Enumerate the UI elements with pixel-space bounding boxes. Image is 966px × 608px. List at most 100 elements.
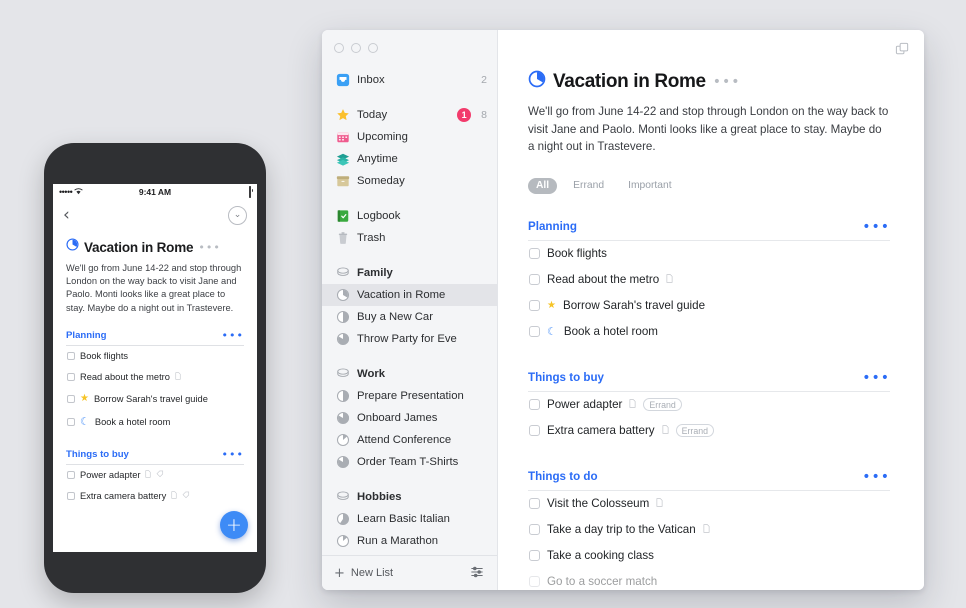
- sidebar-list[interactable]: Inbox 2 Today 1 8 Upcoming: [322, 53, 497, 555]
- section-more-icon[interactable]: •••: [862, 470, 890, 484]
- zoom-button[interactable]: [368, 43, 378, 53]
- sidebar-area-work[interactable]: Work: [322, 363, 497, 385]
- task-row[interactable]: Extra camera battery Errand: [528, 418, 890, 444]
- progress-50-icon: [336, 389, 350, 403]
- tag-icon: [156, 470, 164, 480]
- sidebar-item-throw-party-for-eve[interactable]: Throw Party for Eve: [322, 328, 497, 350]
- sidebar-item-label: Throw Party for Eve: [357, 333, 487, 345]
- task-row[interactable]: Book flights: [528, 241, 890, 267]
- task-checkbox[interactable]: [67, 352, 75, 360]
- section-title: Things to do: [528, 470, 598, 483]
- task-checkbox[interactable]: [67, 395, 75, 403]
- sidebar-item-label: Someday: [357, 175, 487, 187]
- section-more-icon[interactable]: •••: [862, 371, 890, 385]
- duplicate-windows-icon[interactable]: [895, 42, 910, 62]
- project-note[interactable]: We'll go from June 14-22 and stop throug…: [528, 103, 890, 156]
- sliders-icon[interactable]: [470, 565, 484, 582]
- phone-task-row[interactable]: ★ Borrow Sarah's travel guide: [66, 388, 244, 410]
- tag-filter-errand[interactable]: Errand: [565, 178, 612, 194]
- task-row[interactable]: Take a cooking class: [528, 543, 890, 569]
- sidebar-item-vacation-in-rome[interactable]: Vacation in Rome: [322, 284, 497, 306]
- task-label: Go to a soccer match: [547, 575, 657, 588]
- phone-task-row[interactable]: Power adapter: [66, 465, 244, 486]
- progress-30-blue-icon: [528, 70, 546, 93]
- logbook-icon: [336, 209, 350, 223]
- sidebar-area-family[interactable]: Family: [322, 262, 497, 284]
- sidebar-item-inbox[interactable]: Inbox 2: [322, 69, 497, 91]
- task-checkbox[interactable]: [529, 425, 540, 436]
- task-row[interactable]: Go to a soccer match: [528, 569, 890, 590]
- desktop-window: Inbox 2 Today 1 8 Upcoming: [322, 30, 924, 590]
- sidebar-item-attend-conference[interactable]: Attend Conference: [322, 429, 497, 451]
- star-icon: ★: [547, 300, 556, 311]
- sidebar-divider: [322, 249, 497, 262]
- sidebar-item-label: Logbook: [357, 210, 487, 222]
- star-icon: ★: [80, 393, 89, 404]
- phone-section-title: Things to buy: [66, 449, 129, 460]
- minimize-button[interactable]: [351, 43, 361, 53]
- task-row[interactable]: ★ Borrow Sarah's travel guide: [528, 293, 890, 319]
- task-checkbox[interactable]: [529, 524, 540, 535]
- task-checkbox[interactable]: [67, 492, 75, 500]
- tag-chip[interactable]: Errand: [676, 424, 714, 437]
- task-checkbox[interactable]: [529, 326, 540, 337]
- sidebar-item-someday[interactable]: Someday: [322, 170, 497, 192]
- task-row[interactable]: Read about the metro: [528, 267, 890, 293]
- sidebar-area-hobbies[interactable]: Hobbies: [322, 486, 497, 508]
- project-more-icon[interactable]: •••: [713, 75, 741, 89]
- phone-task-row[interactable]: Read about the metro: [66, 367, 244, 388]
- phone-navbar: ‹ ⌄: [53, 200, 257, 230]
- tag-filter-bar: All Errand Important: [528, 178, 890, 194]
- task-checkbox[interactable]: [529, 248, 540, 259]
- task-label: Read about the metro: [80, 372, 170, 382]
- add-task-button[interactable]: +: [220, 511, 248, 539]
- sidebar-item-trash[interactable]: Trash: [322, 227, 497, 249]
- task-checkbox[interactable]: [67, 418, 75, 426]
- collapse-all-icon[interactable]: ⌄: [228, 206, 247, 225]
- phone-task-row[interactable]: ☾ Book a hotel room: [66, 410, 244, 434]
- task-row[interactable]: Power adapter Errand: [528, 392, 890, 418]
- phone-note[interactable]: We'll go from June 14-22 and stop throug…: [66, 262, 244, 315]
- sidebar-item-onboard-james[interactable]: Onboard James: [322, 407, 497, 429]
- tag-filter-all[interactable]: All: [528, 178, 557, 194]
- task-checkbox[interactable]: [529, 274, 540, 285]
- task-checkbox[interactable]: [529, 399, 540, 410]
- sidebar-item-today[interactable]: Today 1 8: [322, 104, 497, 126]
- task-checkbox[interactable]: [529, 300, 540, 311]
- section-more-icon[interactable]: •••: [862, 220, 890, 234]
- phone-section-more-icon[interactable]: •••: [222, 330, 244, 341]
- sidebar-item-prepare-presentation[interactable]: Prepare Presentation: [322, 385, 497, 407]
- task-row[interactable]: Visit the Colosseum: [528, 491, 890, 517]
- tag-chip[interactable]: Errand: [643, 398, 681, 411]
- task-checkbox[interactable]: [67, 471, 75, 479]
- task-checkbox[interactable]: [529, 576, 540, 587]
- sidebar-item-anytime[interactable]: Anytime: [322, 148, 497, 170]
- sidebar-item-run-a-marathon[interactable]: Run a Marathon: [322, 530, 497, 552]
- sidebar-item-label: Today: [357, 109, 450, 121]
- sidebar-item-logbook[interactable]: Logbook: [322, 205, 497, 227]
- phone-more-icon[interactable]: •••: [198, 242, 220, 253]
- task-checkbox[interactable]: [529, 550, 540, 561]
- task-checkbox[interactable]: [67, 373, 75, 381]
- phone-task-row[interactable]: Extra camera battery: [66, 486, 244, 507]
- phone-task-row[interactable]: Book flights: [66, 346, 244, 367]
- phone-section-header-planning: Planning •••: [66, 330, 244, 346]
- phone-section-more-icon[interactable]: •••: [222, 449, 244, 460]
- sidebar-item-count: 2: [481, 74, 487, 86]
- new-list-button[interactable]: + New List: [334, 566, 393, 581]
- sidebar-item-order-team-t-shirts[interactable]: Order Team T-Shirts: [322, 451, 497, 473]
- task-checkbox[interactable]: [529, 498, 540, 509]
- tag-filter-important[interactable]: Important: [620, 178, 680, 194]
- sidebar-item-learn-basic-italian[interactable]: Learn Basic Italian: [322, 508, 497, 530]
- area-icon: [336, 266, 350, 280]
- sidebar-area-label: Work: [357, 368, 487, 380]
- sidebar-item-upcoming[interactable]: Upcoming: [322, 126, 497, 148]
- sidebar-item-label: Trash: [357, 232, 487, 244]
- note-icon: [666, 273, 673, 286]
- progress-60-icon: [336, 512, 350, 526]
- task-row[interactable]: ☾ Book a hotel room: [528, 319, 890, 345]
- sidebar-item-buy-a-new-car[interactable]: Buy a New Car: [322, 306, 497, 328]
- task-row[interactable]: Take a day trip to the Vatican: [528, 517, 890, 543]
- close-button[interactable]: [334, 43, 344, 53]
- back-icon[interactable]: ‹: [63, 207, 70, 224]
